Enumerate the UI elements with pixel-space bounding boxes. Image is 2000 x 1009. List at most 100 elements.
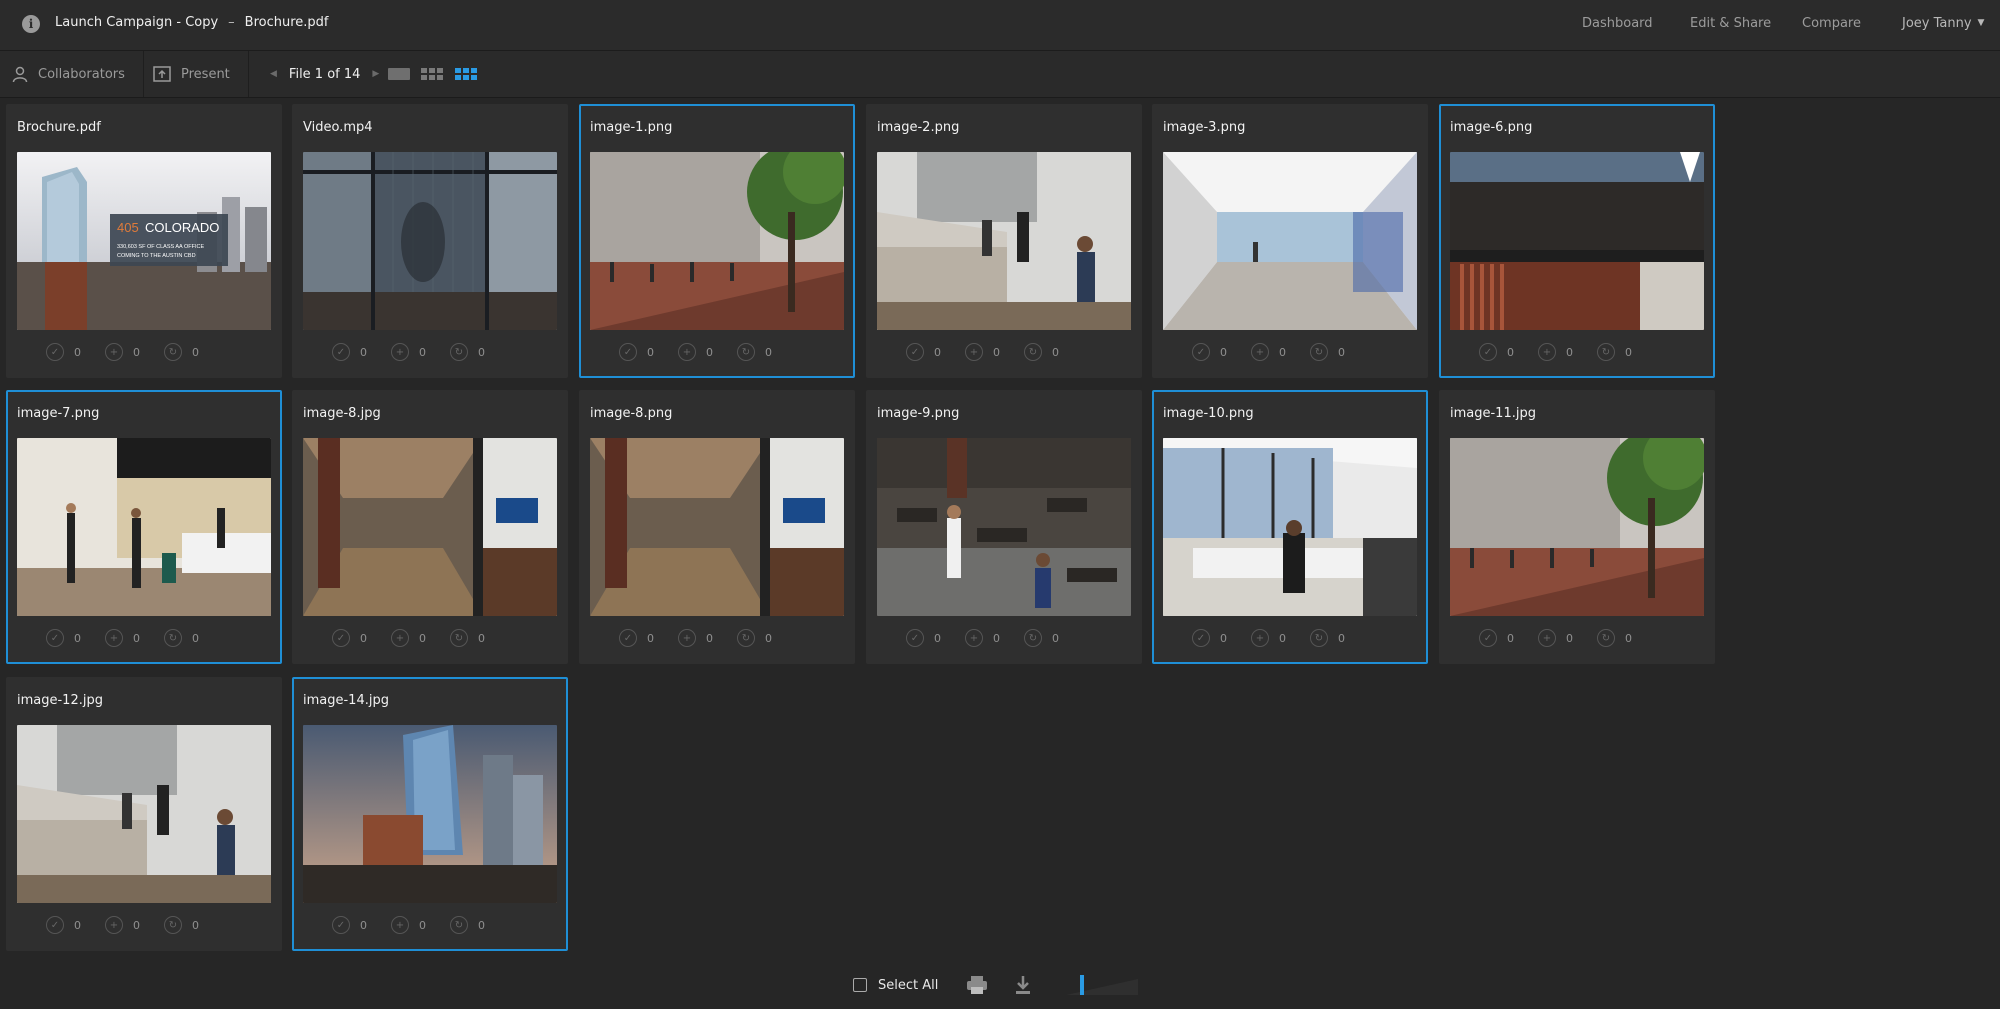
approvals-stat[interactable]: ✓ 0 xyxy=(1479,629,1514,647)
approvals-stat[interactable]: ✓ 0 xyxy=(619,343,654,361)
next-file-icon[interactable]: ▶ xyxy=(372,69,379,79)
file-card[interactable]: image-6.png ✓ 0 +0 ↻ 0 xyxy=(1439,104,1715,378)
approvals-stat[interactable]: ✓ 0 xyxy=(906,343,941,361)
comments-stat[interactable]: +0 xyxy=(678,343,713,361)
file-name: image-12.jpg xyxy=(17,693,103,708)
comments-stat[interactable]: +0 xyxy=(678,629,713,647)
approve-icon: ✓ xyxy=(1192,629,1210,647)
approvals-stat[interactable]: ✓ 0 xyxy=(46,343,81,361)
comments-stat[interactable]: +0 xyxy=(105,629,140,647)
download-icon[interactable] xyxy=(1014,975,1032,995)
comments-stat[interactable]: +0 xyxy=(391,629,426,647)
versions-stat[interactable]: ↻ 0 xyxy=(1024,343,1059,361)
versions-stat[interactable]: ↻ 0 xyxy=(164,343,199,361)
file-card[interactable]: image-3.png ✓ 0 +0 ↻ 0 xyxy=(1152,104,1428,378)
approve-icon: ✓ xyxy=(906,343,924,361)
collaborators-label: Collaborators xyxy=(38,66,125,82)
collaborators-button[interactable]: Collaborators xyxy=(0,51,144,97)
file-card[interactable]: image-7.png ✓ 0 +0 ↻ 0 xyxy=(6,390,282,664)
nav-dashboard[interactable]: Dashboard xyxy=(1582,16,1653,31)
select-all-label[interactable]: Select All xyxy=(878,978,938,993)
list-view-icon[interactable] xyxy=(388,68,410,80)
approvals-stat[interactable]: ✓ 0 xyxy=(46,629,81,647)
file-card[interactable]: image-8.jpg ✓ 0 +0 ↻ 0 xyxy=(292,390,568,664)
versions-count: 0 xyxy=(192,918,199,932)
approvals-stat[interactable]: ✓ 0 xyxy=(332,916,367,934)
comments-stat[interactable]: +0 xyxy=(1538,343,1573,361)
zoom-slider-handle[interactable] xyxy=(1080,975,1085,995)
approvals-stat[interactable]: ✓ 0 xyxy=(619,629,654,647)
approvals-stat[interactable]: ✓ 0 xyxy=(332,629,367,647)
versions-count: 0 xyxy=(765,631,772,645)
versions-stat[interactable]: ↻ 0 xyxy=(164,916,199,934)
versions-stat[interactable]: ↻ 0 xyxy=(1597,343,1632,361)
file-card[interactable]: image-11.jpg ✓ 0 +0 ↻ 0 xyxy=(1439,390,1715,664)
file-thumbnail xyxy=(590,438,844,616)
file-card[interactable]: image-2.png ✓ 0 +0 ↻ 0 xyxy=(866,104,1142,378)
brochure-thumb-line1: 330,603 SF OF CLASS AA OFFICE xyxy=(117,244,204,250)
approvals-count: 0 xyxy=(934,631,941,645)
file-name: image-11.jpg xyxy=(1450,406,1536,421)
present-button[interactable]: Present xyxy=(141,51,249,97)
approve-icon: ✓ xyxy=(332,629,350,647)
approvals-count: 0 xyxy=(1507,631,1514,645)
approvals-stat[interactable]: ✓ 0 xyxy=(1192,343,1227,361)
versions-stat[interactable]: ↻ 0 xyxy=(737,629,772,647)
versions-stat[interactable]: ↻ 0 xyxy=(1310,343,1345,361)
file-card[interactable]: image-8.png ✓ 0 +0 ↻ 0 xyxy=(579,390,855,664)
nav-edit-share[interactable]: Edit & Share xyxy=(1690,16,1771,31)
versions-stat[interactable]: ↻ 0 xyxy=(1310,629,1345,647)
comments-stat[interactable]: +0 xyxy=(105,343,140,361)
approvals-stat[interactable]: ✓ 0 xyxy=(46,916,81,934)
toolbar: Collaborators Present ◀ File 1 of 14 ▶ xyxy=(0,51,2000,98)
file-card[interactable]: Video.mp4 ✓ 0 +0 ↻ 0 xyxy=(292,104,568,378)
select-all-checkbox[interactable] xyxy=(853,978,867,992)
version-icon: ↻ xyxy=(1024,629,1042,647)
file-stats: ✓ 0 +0 ↻ 0 xyxy=(1192,629,1369,647)
approvals-count: 0 xyxy=(647,345,654,359)
print-icon[interactable] xyxy=(966,975,988,995)
versions-count: 0 xyxy=(765,345,772,359)
approvals-stat[interactable]: ✓ 0 xyxy=(1479,343,1514,361)
comments-count: 0 xyxy=(706,631,713,645)
versions-stat[interactable]: ↻ 0 xyxy=(450,629,485,647)
file-card[interactable]: Brochure.pdf 405 COLORADO 330,603 SF OF … xyxy=(6,104,282,378)
file-thumbnail xyxy=(303,438,557,616)
approvals-stat[interactable]: ✓ 0 xyxy=(332,343,367,361)
versions-stat[interactable]: ↻ 0 xyxy=(737,343,772,361)
medium-grid-view-icon[interactable] xyxy=(421,68,443,80)
comments-stat[interactable]: +0 xyxy=(965,343,1000,361)
info-icon[interactable]: i xyxy=(22,15,40,33)
versions-count: 0 xyxy=(1625,345,1632,359)
comments-stat[interactable]: +0 xyxy=(391,916,426,934)
file-card[interactable]: image-14.jpg ✓ 0 +0 ↻ 0 xyxy=(292,677,568,951)
comments-stat[interactable]: +0 xyxy=(965,629,1000,647)
versions-stat[interactable]: ↻ 0 xyxy=(450,343,485,361)
approvals-stat[interactable]: ✓ 0 xyxy=(906,629,941,647)
approve-icon: ✓ xyxy=(619,343,637,361)
versions-count: 0 xyxy=(1052,345,1059,359)
versions-stat[interactable]: ↻ 0 xyxy=(164,629,199,647)
comments-stat[interactable]: +0 xyxy=(1251,629,1286,647)
user-menu[interactable]: Joey Tanny ▼ xyxy=(1902,16,1984,31)
file-card[interactable]: image-1.png ✓ 0 +0 ↻ 0 xyxy=(579,104,855,378)
previous-file-icon[interactable]: ◀ xyxy=(270,69,277,79)
top-bar: i Launch Campaign - Copy – Brochure.pdf Da… xyxy=(0,0,2000,51)
versions-stat[interactable]: ↻ 0 xyxy=(1597,629,1632,647)
nav-compare[interactable]: Compare xyxy=(1802,16,1861,31)
zoom-slider[interactable] xyxy=(1066,975,1139,995)
comments-stat[interactable]: +0 xyxy=(391,343,426,361)
comments-stat[interactable]: +0 xyxy=(105,916,140,934)
versions-stat[interactable]: ↻ 0 xyxy=(1024,629,1059,647)
file-card[interactable]: image-12.jpg ✓ 0 +0 ↻ 0 xyxy=(6,677,282,951)
comments-stat[interactable]: +0 xyxy=(1251,343,1286,361)
file-name: image-2.png xyxy=(877,120,960,135)
file-card[interactable]: image-10.png ✓ 0 +0 ↻ 0 xyxy=(1152,390,1428,664)
file-thumbnail xyxy=(303,152,557,330)
file-card[interactable]: image-9.png ✓ 0 +0 ↻ 0 xyxy=(866,390,1142,664)
approvals-stat[interactable]: ✓ 0 xyxy=(1192,629,1227,647)
large-grid-view-icon[interactable] xyxy=(455,68,477,80)
comments-stat[interactable]: +0 xyxy=(1538,629,1573,647)
file-stats: ✓ 0 +0 ↻ 0 xyxy=(332,916,509,934)
versions-stat[interactable]: ↻ 0 xyxy=(450,916,485,934)
